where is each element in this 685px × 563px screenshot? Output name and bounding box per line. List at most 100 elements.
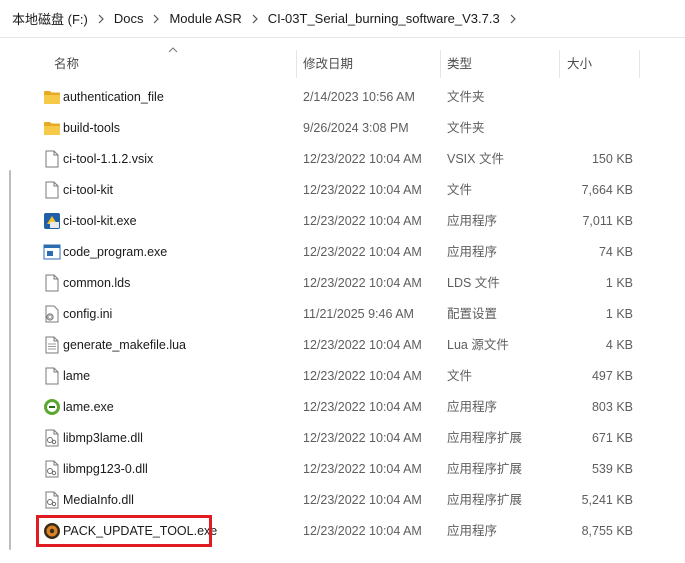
chevron-right-icon[interactable] [502, 14, 524, 24]
column-divider[interactable] [296, 50, 297, 78]
file-row[interactable]: generate_makefile.lua 12/23/2022 10:04 AM… [0, 330, 685, 361]
file-size: 497 KB [591, 369, 633, 383]
folder-icon [43, 119, 61, 137]
file-name: MediaInfo.dll [63, 493, 134, 507]
file-explorer-window: 本地磁盘 (F:) Docs Module ASR CI-03T_Serial_… [0, 0, 685, 563]
chevron-right-icon[interactable] [90, 14, 112, 24]
file-type: VSIX 文件 [447, 152, 504, 166]
file-date-modified: 2/14/2023 10:56 AM [303, 90, 415, 104]
column-divider[interactable] [440, 50, 441, 78]
file-name: generate_makefile.lua [63, 338, 186, 352]
file-size: 150 KB [591, 152, 633, 166]
column-divider[interactable] [639, 50, 640, 78]
file-size: 7,011 KB [582, 214, 633, 228]
file-type: Lua 源文件 [447, 338, 509, 352]
file-row[interactable]: ci-tool-kit.exe 12/23/2022 10:04 AM 应用程序 7,… [0, 206, 685, 237]
file-type: 应用程序 [447, 214, 498, 228]
file-size: 803 KB [591, 400, 633, 414]
file-row[interactable]: code_program.exe 12/23/2022 10:04 AM 应用程序 7… [0, 237, 685, 268]
column-header-date[interactable]: 修改日期 [303, 50, 353, 78]
file-date-modified: 12/23/2022 10:04 AM [303, 431, 422, 445]
breadcrumb-module-asr[interactable]: Module ASR [167, 9, 243, 28]
config-file-icon [43, 305, 61, 323]
file-date-modified: 12/23/2022 10:04 AM [303, 369, 422, 383]
file-date-modified: 9/26/2024 3:08 PM [303, 121, 409, 135]
file-name: ci-tool-kit.exe [63, 214, 137, 228]
file-name: lame.exe [63, 400, 114, 414]
file-name: config.ini [63, 307, 113, 321]
file-date-modified: 12/23/2022 10:04 AM [303, 245, 422, 259]
file-size: 8,755 KB [581, 524, 633, 538]
file-type: 应用程序 [447, 245, 498, 259]
column-header-type[interactable]: 类型 [447, 50, 472, 78]
file-size: 5,241 KB [581, 493, 633, 507]
file-type: 应用程序扩展 [447, 431, 523, 445]
file-type: 文件夹 [447, 90, 485, 104]
file-type: 应用程序扩展 [447, 462, 523, 476]
file-name: build-tools [63, 121, 120, 135]
file-date-modified: 11/21/2025 9:46 AM [303, 307, 414, 321]
file-icon [43, 181, 61, 199]
file-date-modified: 12/23/2022 10:04 AM [303, 462, 422, 476]
dll-icon [43, 429, 61, 447]
file-row[interactable]: ci-tool-1.1.2.vsix 12/23/2022 10:04 AM VSI… [0, 144, 685, 175]
file-size: 671 KB [591, 431, 633, 445]
file-date-modified: 12/23/2022 10:04 AM [303, 400, 422, 414]
text-file-icon [43, 336, 61, 354]
file-row[interactable]: config.ini 11/21/2025 9:46 AM 配置设置 1 KB [0, 299, 685, 330]
file-name: ci-tool-1.1.2.vsix [63, 152, 154, 166]
file-date-modified: 12/23/2022 10:04 AM [303, 276, 422, 290]
file-size: 7,664 KB [581, 183, 633, 197]
column-header-size[interactable]: 大小 [567, 50, 592, 78]
column-header-row: 名称 修改日期 类型 大小 [20, 50, 685, 78]
file-icon [43, 150, 61, 168]
column-divider[interactable] [559, 50, 560, 78]
file-size: 1 KB [605, 276, 633, 290]
file-name: lame [63, 369, 91, 383]
breadcrumb-drive[interactable]: 本地磁盘 (F:) [10, 7, 90, 30]
address-bar[interactable]: 本地磁盘 (F:) Docs Module ASR CI-03T_Serial_… [0, 0, 685, 38]
file-type: LDS 文件 [447, 276, 500, 290]
file-icon [43, 367, 61, 385]
file-size: 1 KB [605, 307, 633, 321]
chevron-right-icon[interactable] [244, 14, 266, 24]
file-name: common.lds [63, 276, 131, 290]
file-type: 应用程序 [447, 400, 498, 414]
file-date-modified: 12/23/2022 10:04 AM [303, 214, 422, 228]
file-name: code_program.exe [63, 245, 168, 259]
column-header-name[interactable]: 名称 [54, 50, 79, 78]
file-name: libmpg123-0.dll [63, 462, 148, 476]
lame-exe-icon [43, 398, 61, 416]
breadcrumb-docs[interactable]: Docs [112, 9, 146, 28]
file-type: 配置设置 [447, 307, 498, 321]
file-row[interactable]: authentication_file 2/14/2023 10:56 AM 文件夹 [0, 82, 685, 113]
chevron-right-icon[interactable] [145, 14, 167, 24]
file-row[interactable]: libmpg123-0.dll 12/23/2022 10:04 AM 应用程序扩展… [0, 454, 685, 485]
file-name: libmp3lame.dll [63, 431, 143, 445]
file-name: authentication_file [63, 90, 164, 104]
dll-icon [43, 491, 61, 509]
exe-app-icon [43, 212, 61, 230]
dll-icon [43, 460, 61, 478]
breadcrumb-current-folder[interactable]: CI-03T_Serial_burning_software_V3.7.3 [266, 9, 502, 28]
file-size: 539 KB [591, 462, 633, 476]
file-type: 应用程序扩展 [447, 493, 523, 507]
file-row[interactable]: build-tools 9/26/2024 3:08 PM 文件夹 [0, 113, 685, 144]
highlight-box [36, 515, 212, 547]
file-name: ci-tool-kit [63, 183, 114, 197]
file-row[interactable]: MediaInfo.dll 12/23/2022 10:04 AM 应用程序扩展 5,… [0, 485, 685, 516]
file-row[interactable]: ci-tool-kit 12/23/2022 10:04 AM 文件 7,664 KB [0, 175, 685, 206]
file-date-modified: 12/23/2022 10:04 AM [303, 152, 422, 166]
file-row[interactable]: common.lds 12/23/2022 10:04 AM LDS 文件 1 KB [0, 268, 685, 299]
folder-icon [43, 88, 61, 106]
file-icon [43, 274, 61, 292]
file-row[interactable]: libmp3lame.dll 12/23/2022 10:04 AM 应用程序扩展 6… [0, 423, 685, 454]
file-type: 文件 [447, 183, 473, 197]
file-row[interactable]: lame.exe 12/23/2022 10:04 AM 应用程序 803 KB [0, 392, 685, 423]
exe-window-icon [43, 243, 61, 261]
file-row[interactable]: lame 12/23/2022 10:04 AM 文件 497 KB [0, 361, 685, 392]
file-size: 74 KB [598, 245, 633, 259]
file-date-modified: 12/23/2022 10:04 AM [303, 524, 422, 538]
file-type: 文件夹 [447, 121, 485, 135]
file-size: 4 KB [605, 338, 633, 352]
